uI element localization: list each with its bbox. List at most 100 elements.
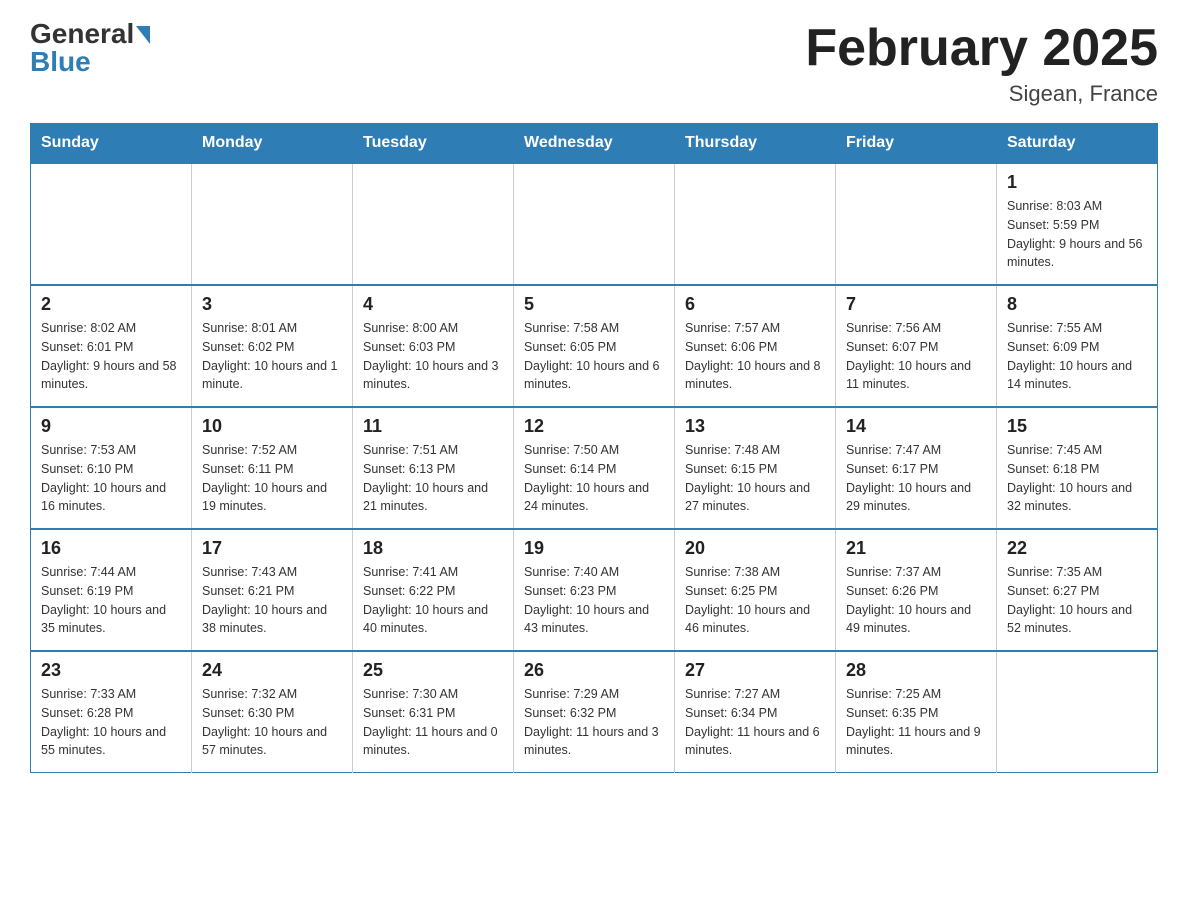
- calendar-day-cell: 6 Sunrise: 7:57 AM Sunset: 6:06 PM Daylig…: [675, 285, 836, 407]
- calendar-day-header: Thursday: [675, 124, 836, 164]
- calendar-day-cell: 21 Sunrise: 7:37 AM Sunset: 6:26 PM Dayli…: [836, 529, 997, 651]
- location-label: Sigean, France: [805, 81, 1158, 107]
- day-info: Sunrise: 7:44 AM Sunset: 6:19 PM Dayligh…: [41, 563, 181, 638]
- calendar-week-row: 16 Sunrise: 7:44 AM Sunset: 6:19 PM Dayli…: [31, 529, 1158, 651]
- calendar-day-header: Wednesday: [514, 124, 675, 164]
- day-number: 20: [685, 538, 825, 559]
- day-number: 23: [41, 660, 181, 681]
- calendar-day-cell: 20 Sunrise: 7:38 AM Sunset: 6:25 PM Dayli…: [675, 529, 836, 651]
- day-info: Sunrise: 7:52 AM Sunset: 6:11 PM Dayligh…: [202, 441, 342, 516]
- calendar-day-header: Saturday: [997, 124, 1158, 164]
- day-number: 1: [1007, 172, 1147, 193]
- day-info: Sunrise: 7:57 AM Sunset: 6:06 PM Dayligh…: [685, 319, 825, 394]
- day-number: 8: [1007, 294, 1147, 315]
- logo-general-text: General: [30, 20, 134, 48]
- calendar-day-cell: 9 Sunrise: 7:53 AM Sunset: 6:10 PM Daylig…: [31, 407, 192, 529]
- day-info: Sunrise: 7:56 AM Sunset: 6:07 PM Dayligh…: [846, 319, 986, 394]
- calendar-day-header: Friday: [836, 124, 997, 164]
- calendar-week-row: 2 Sunrise: 8:02 AM Sunset: 6:01 PM Daylig…: [31, 285, 1158, 407]
- calendar-day-cell: 17 Sunrise: 7:43 AM Sunset: 6:21 PM Dayli…: [192, 529, 353, 651]
- page-header: General Blue February 2025 Sigean, Franc…: [30, 20, 1158, 107]
- calendar-day-cell: 14 Sunrise: 7:47 AM Sunset: 6:17 PM Dayli…: [836, 407, 997, 529]
- calendar-day-cell: 5 Sunrise: 7:58 AM Sunset: 6:05 PM Daylig…: [514, 285, 675, 407]
- logo-blue-text: Blue: [30, 48, 150, 76]
- calendar-day-cell: 18 Sunrise: 7:41 AM Sunset: 6:22 PM Dayli…: [353, 529, 514, 651]
- calendar-day-cell: [836, 163, 997, 285]
- day-number: 15: [1007, 416, 1147, 437]
- calendar-table: SundayMondayTuesdayWednesdayThursdayFrid…: [30, 123, 1158, 773]
- calendar-day-header: Monday: [192, 124, 353, 164]
- day-number: 3: [202, 294, 342, 315]
- day-info: Sunrise: 7:30 AM Sunset: 6:31 PM Dayligh…: [363, 685, 503, 760]
- day-info: Sunrise: 7:32 AM Sunset: 6:30 PM Dayligh…: [202, 685, 342, 760]
- day-number: 17: [202, 538, 342, 559]
- calendar-day-cell: 19Sunrise: 7:40 AM Sunset: 6:23 PM Dayli…: [514, 529, 675, 651]
- calendar-day-cell: 2 Sunrise: 8:02 AM Sunset: 6:01 PM Daylig…: [31, 285, 192, 407]
- month-title: February 2025: [805, 20, 1158, 77]
- calendar-header-row: SundayMondayTuesdayWednesdayThursdayFrid…: [31, 124, 1158, 164]
- day-info: Sunrise: 7:58 AM Sunset: 6:05 PM Dayligh…: [524, 319, 664, 394]
- calendar-day-cell: 23 Sunrise: 7:33 AM Sunset: 6:28 PM Dayli…: [31, 651, 192, 773]
- day-info: Sunrise: 7:50 AM Sunset: 6:14 PM Dayligh…: [524, 441, 664, 516]
- calendar-day-cell: 26 Sunrise: 7:29 AM Sunset: 6:32 PM Dayli…: [514, 651, 675, 773]
- day-number: 12: [524, 416, 664, 437]
- day-info: Sunrise: 7:35 AM Sunset: 6:27 PM Dayligh…: [1007, 563, 1147, 638]
- day-info: Sunrise: 7:33 AM Sunset: 6:28 PM Dayligh…: [41, 685, 181, 760]
- calendar-day-cell: 27 Sunrise: 7:27 AM Sunset: 6:34 PM Dayli…: [675, 651, 836, 773]
- calendar-day-cell: [31, 163, 192, 285]
- calendar-week-row: 23 Sunrise: 7:33 AM Sunset: 6:28 PM Dayli…: [31, 651, 1158, 773]
- calendar-day-cell: 11 Sunrise: 7:51 AM Sunset: 6:13 PM Dayli…: [353, 407, 514, 529]
- day-number: 9: [41, 416, 181, 437]
- day-number: 6: [685, 294, 825, 315]
- calendar-day-header: Tuesday: [353, 124, 514, 164]
- day-number: 4: [363, 294, 503, 315]
- calendar-day-cell: 4 Sunrise: 8:00 AM Sunset: 6:03 PM Daylig…: [353, 285, 514, 407]
- calendar-day-cell: 22 Sunrise: 7:35 AM Sunset: 6:27 PM Dayli…: [997, 529, 1158, 651]
- calendar-day-cell: 3Sunrise: 8:01 AM Sunset: 6:02 PM Daylig…: [192, 285, 353, 407]
- day-info: Sunrise: 8:02 AM Sunset: 6:01 PM Dayligh…: [41, 319, 181, 394]
- day-info: Sunrise: 7:47 AM Sunset: 6:17 PM Dayligh…: [846, 441, 986, 516]
- calendar-day-cell: [192, 163, 353, 285]
- day-number: 26: [524, 660, 664, 681]
- day-number: 14: [846, 416, 986, 437]
- calendar-week-row: 9 Sunrise: 7:53 AM Sunset: 6:10 PM Daylig…: [31, 407, 1158, 529]
- calendar-day-cell: 13Sunrise: 7:48 AM Sunset: 6:15 PM Dayli…: [675, 407, 836, 529]
- calendar-day-cell: 16 Sunrise: 7:44 AM Sunset: 6:19 PM Dayli…: [31, 529, 192, 651]
- day-info: Sunrise: 7:37 AM Sunset: 6:26 PM Dayligh…: [846, 563, 986, 638]
- day-number: 22: [1007, 538, 1147, 559]
- calendar-week-row: 1Sunrise: 8:03 AM Sunset: 5:59 PM Daylig…: [31, 163, 1158, 285]
- day-info: Sunrise: 7:55 AM Sunset: 6:09 PM Dayligh…: [1007, 319, 1147, 394]
- calendar-day-cell: 24 Sunrise: 7:32 AM Sunset: 6:30 PM Dayli…: [192, 651, 353, 773]
- day-number: 21: [846, 538, 986, 559]
- day-info: Sunrise: 7:40 AM Sunset: 6:23 PM Dayligh…: [524, 563, 664, 638]
- day-info: Sunrise: 7:41 AM Sunset: 6:22 PM Dayligh…: [363, 563, 503, 638]
- day-info: Sunrise: 7:27 AM Sunset: 6:34 PM Dayligh…: [685, 685, 825, 760]
- logo-arrow-icon: [136, 26, 150, 44]
- day-info: Sunrise: 8:00 AM Sunset: 6:03 PM Dayligh…: [363, 319, 503, 394]
- day-info: Sunrise: 7:53 AM Sunset: 6:10 PM Dayligh…: [41, 441, 181, 516]
- day-number: 2: [41, 294, 181, 315]
- day-number: 5: [524, 294, 664, 315]
- day-number: 11: [363, 416, 503, 437]
- calendar-day-cell: [997, 651, 1158, 773]
- day-info: Sunrise: 7:25 AM Sunset: 6:35 PM Dayligh…: [846, 685, 986, 760]
- day-number: 27: [685, 660, 825, 681]
- day-info: Sunrise: 7:48 AM Sunset: 6:15 PM Dayligh…: [685, 441, 825, 516]
- day-number: 28: [846, 660, 986, 681]
- calendar-day-cell: 1Sunrise: 8:03 AM Sunset: 5:59 PM Daylig…: [997, 163, 1158, 285]
- day-info: Sunrise: 7:45 AM Sunset: 6:18 PM Dayligh…: [1007, 441, 1147, 516]
- calendar-day-cell: [514, 163, 675, 285]
- calendar-day-header: Sunday: [31, 124, 192, 164]
- day-number: 18: [363, 538, 503, 559]
- day-number: 25: [363, 660, 503, 681]
- calendar-day-cell: 15 Sunrise: 7:45 AM Sunset: 6:18 PM Dayli…: [997, 407, 1158, 529]
- day-number: 7: [846, 294, 986, 315]
- day-number: 16: [41, 538, 181, 559]
- day-info: Sunrise: 7:43 AM Sunset: 6:21 PM Dayligh…: [202, 563, 342, 638]
- day-number: 24: [202, 660, 342, 681]
- day-info: Sunrise: 7:51 AM Sunset: 6:13 PM Dayligh…: [363, 441, 503, 516]
- title-block: February 2025 Sigean, France: [805, 20, 1158, 107]
- day-info: Sunrise: 7:29 AM Sunset: 6:32 PM Dayligh…: [524, 685, 664, 760]
- calendar-day-cell: 25 Sunrise: 7:30 AM Sunset: 6:31 PM Dayli…: [353, 651, 514, 773]
- day-info: Sunrise: 7:38 AM Sunset: 6:25 PM Dayligh…: [685, 563, 825, 638]
